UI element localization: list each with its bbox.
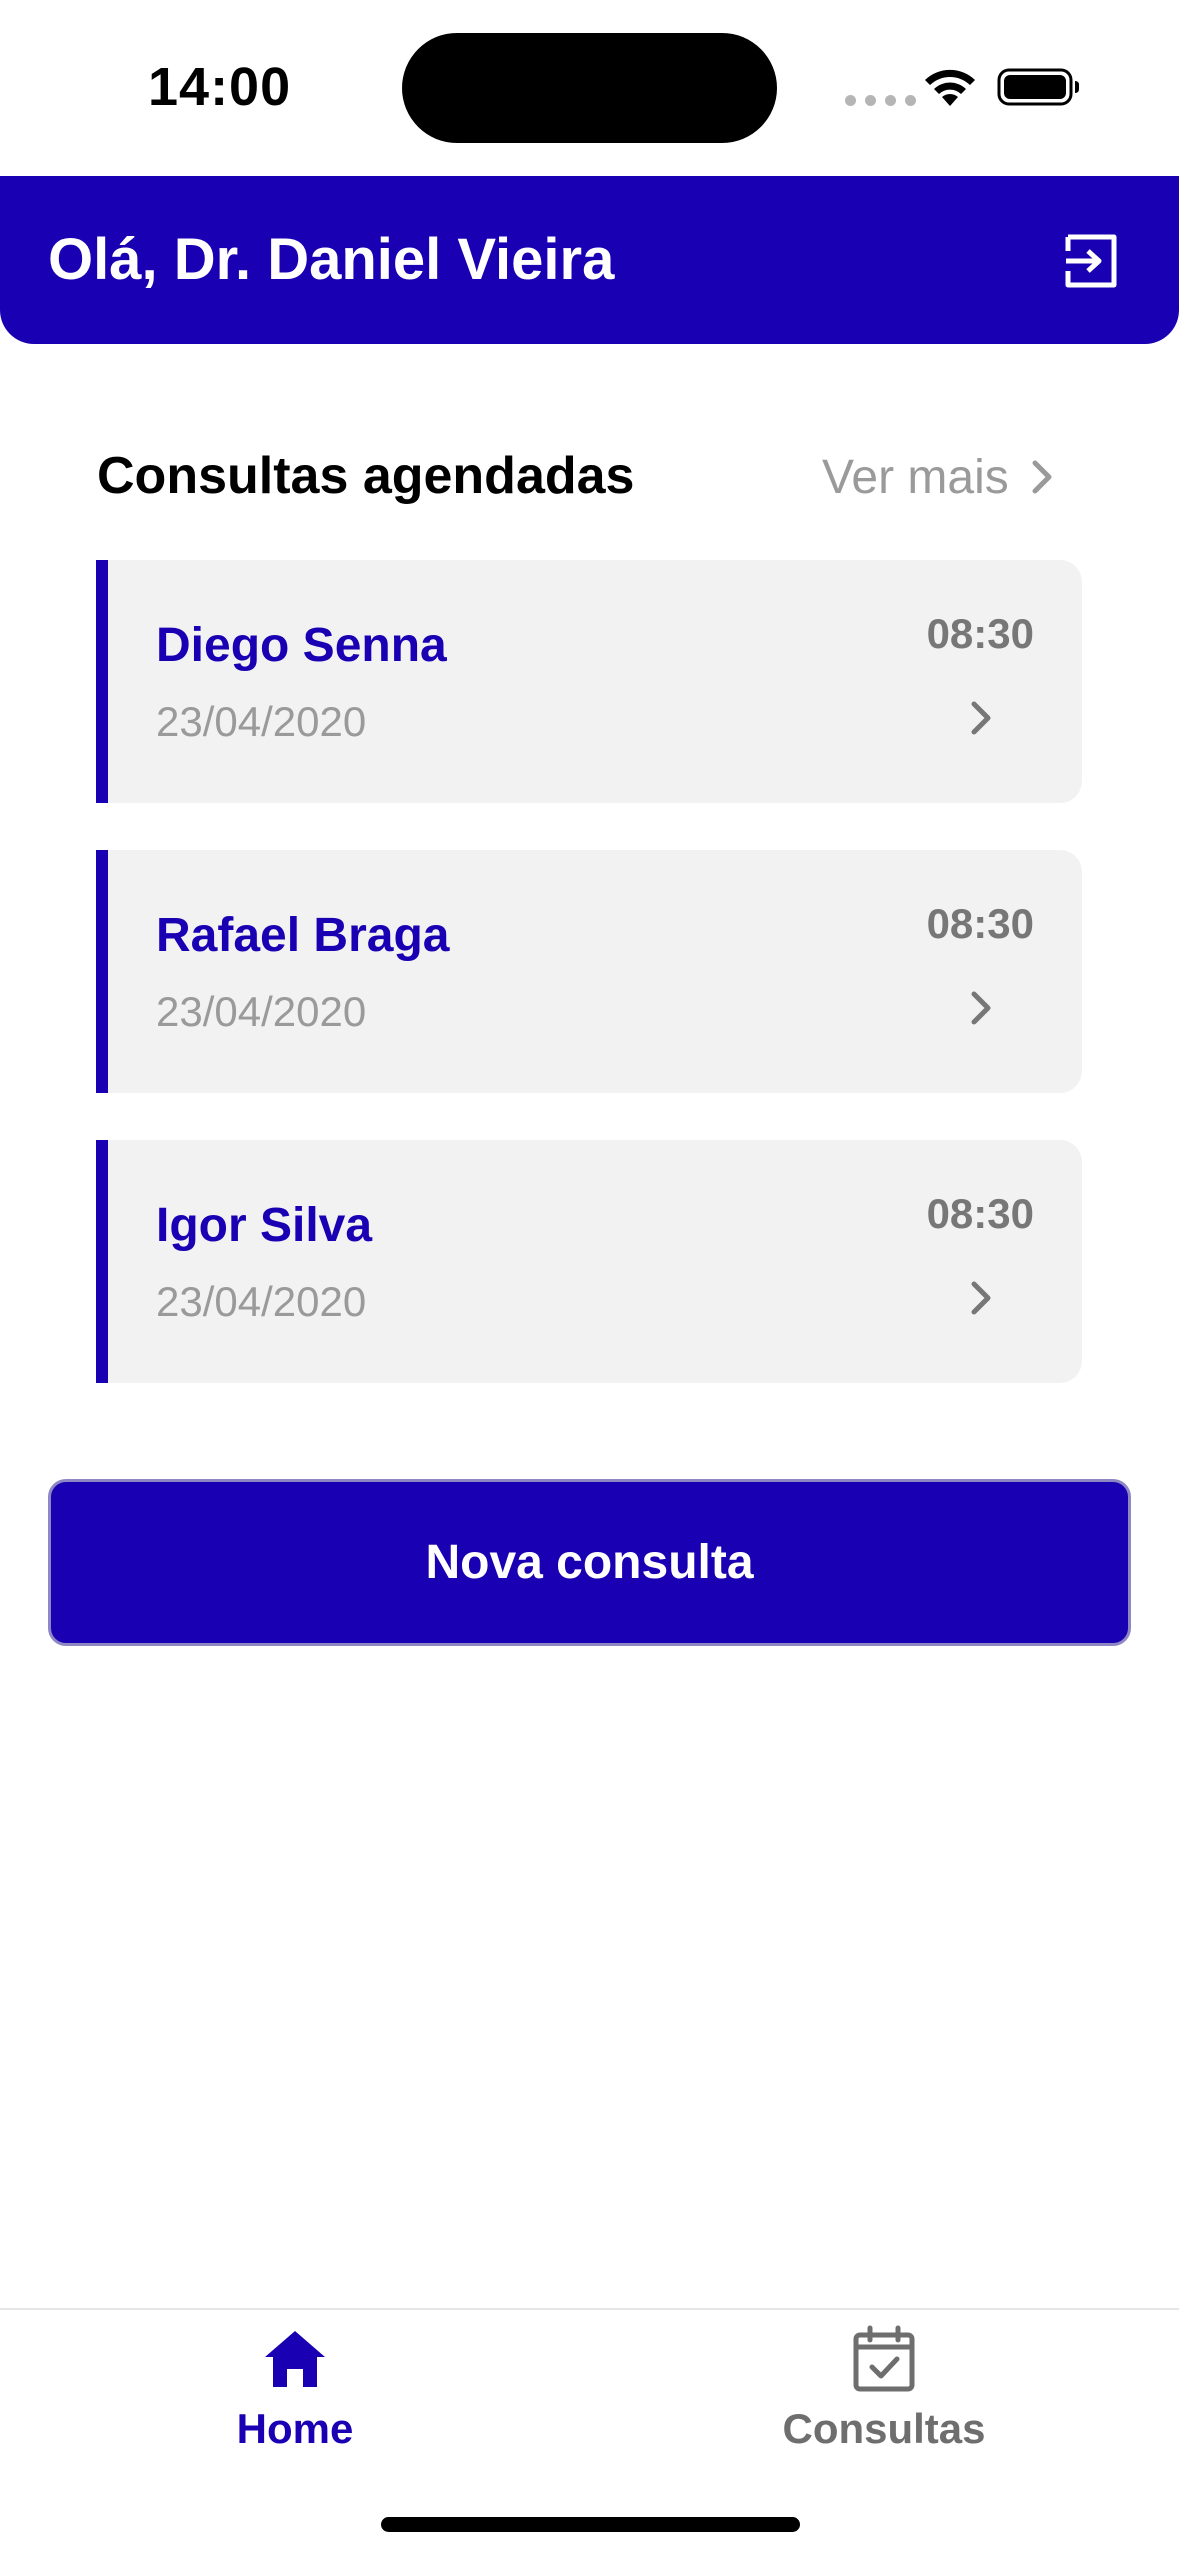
greeting-title: Olá, Dr. Daniel Vieira: [48, 227, 615, 292]
logout-icon[interactable]: [1062, 231, 1122, 291]
tab-consultas[interactable]: Consultas: [589, 2310, 1179, 2480]
status-time: 14:00: [148, 57, 292, 117]
appointment-time: 08:30: [926, 900, 1034, 947]
appointment-card[interactable]: Igor Silva 23/04/2020 08:30: [96, 1140, 1082, 1383]
app-header: Olá, Dr. Daniel Vieira: [0, 176, 1179, 344]
tab-home-label: Home: [236, 2405, 354, 2452]
see-more-label: Ver mais: [822, 450, 1009, 504]
see-more-link[interactable]: Ver mais: [822, 447, 1057, 507]
status-bar: 14:00: [0, 0, 1179, 176]
home-icon: [265, 2331, 325, 2387]
patient-name: Rafael Braga: [156, 909, 450, 962]
section-title: Consultas agendadas: [97, 447, 635, 505]
appointment-time: 08:30: [926, 610, 1034, 657]
appointment-date: 23/04/2020: [156, 988, 367, 1035]
new-consultation-label: Nova consulta: [425, 1536, 754, 1589]
patient-name: Diego Senna: [156, 619, 447, 672]
chevron-right-icon: [971, 701, 991, 735]
signal-dots-icon: [845, 95, 916, 106]
new-consultation-button[interactable]: Nova consulta: [48, 1479, 1131, 1646]
wifi-icon: [925, 69, 975, 106]
home-indicator: [381, 2517, 800, 2532]
dynamic-island: [402, 33, 777, 143]
battery-icon: [997, 68, 1079, 106]
chevron-right-icon: [971, 991, 991, 1025]
tab-home[interactable]: Home: [0, 2310, 590, 2480]
patient-name: Igor Silva: [156, 1199, 373, 1252]
appointment-card[interactable]: Diego Senna 23/04/2020 08:30: [96, 560, 1082, 803]
appointment-time: 08:30: [926, 1190, 1034, 1237]
chevron-right-icon: [1032, 460, 1052, 494]
tab-consultas-label: Consultas: [782, 2405, 986, 2452]
chevron-right-icon: [971, 1281, 991, 1315]
app-screen: 14:00 Olá, Dr. Daniel Vieira Consultas a…: [0, 0, 1179, 2556]
appointment-date: 23/04/2020: [156, 698, 367, 745]
appointment-date: 23/04/2020: [156, 1278, 367, 1325]
appointment-card[interactable]: Rafael Braga 23/04/2020 08:30: [96, 850, 1082, 1093]
calendar-check-icon: [853, 2325, 915, 2392]
